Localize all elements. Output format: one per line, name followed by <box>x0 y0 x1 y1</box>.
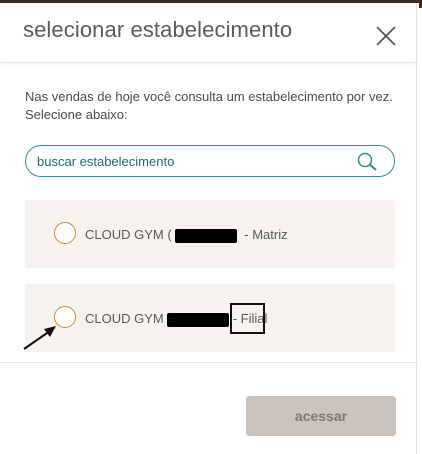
search-field[interactable] <box>25 145 395 177</box>
establishment-label: CLOUD GYM ( - Matriz <box>85 227 288 243</box>
establishment-name: CLOUD GYM ( <box>85 227 172 242</box>
radio-button[interactable] <box>54 222 76 244</box>
establishment-type: - Matriz <box>240 227 288 242</box>
highlight-box <box>230 303 265 334</box>
instructions-text: Nas vendas de hoje você consulta um esta… <box>25 89 393 122</box>
search-input[interactable] <box>37 151 347 171</box>
close-icon[interactable] <box>375 25 397 47</box>
access-button[interactable]: acessar <box>246 396 396 436</box>
establishment-option-matriz[interactable]: CLOUD GYM ( - Matriz <box>25 200 395 268</box>
search-icon[interactable] <box>356 152 380 172</box>
select-establishment-modal: selecionar estabelecimento Nas vendas de… <box>0 3 417 454</box>
establishment-name: CLOUD GYM <box>85 311 164 326</box>
redaction-block <box>174 228 237 243</box>
footer-divider <box>0 362 417 363</box>
modal-header: selecionar estabelecimento <box>0 3 417 63</box>
modal-title: selecionar estabelecimento <box>23 17 293 42</box>
arrow-icon <box>23 326 56 350</box>
establishment-option-filial[interactable]: CLOUD GYM - Filial <box>25 284 395 352</box>
redaction-block <box>166 312 229 327</box>
